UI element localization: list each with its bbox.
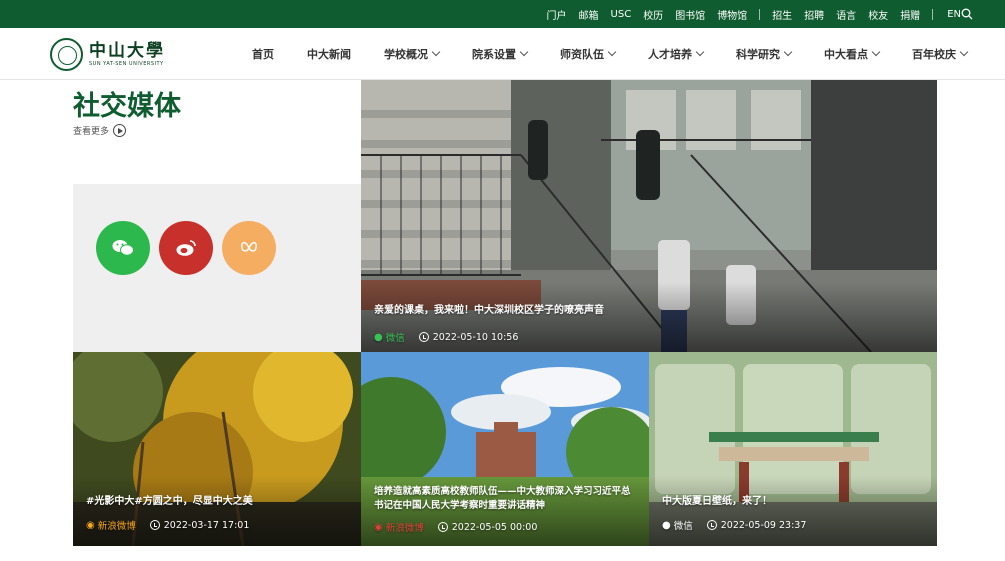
chevron-down-icon — [431, 47, 441, 57]
view-more-link[interactable]: 查看更多 — [73, 124, 127, 137]
social-accounts-panel — [73, 184, 361, 352]
post-caption: #光影中大#方圆之中，尽显中大之美 — [86, 496, 253, 507]
chevron-down-icon — [519, 47, 529, 57]
divider — [932, 8, 934, 20]
view-more-label: 查看更多 — [73, 127, 110, 137]
chevron-down-icon — [607, 47, 617, 57]
caption-gradient — [73, 476, 361, 546]
caption-gradient — [649, 476, 937, 546]
post-tile[interactable]: #光影中大#方圆之中，尽显中大之美 ◉ 新浪微博 2022-03-17 17:01 — [73, 352, 361, 546]
top-utility-bar: 门户 邮箱 USC 校历 图书馆 博物馆 招生 招聘 语言 校友 捐赠 EN — [0, 0, 1005, 28]
utility-links: 门户 邮箱 USC 校历 图书馆 博物馆 招生 招聘 语言 校友 捐赠 EN — [535, 0, 961, 28]
clock-icon — [706, 520, 717, 530]
language-switch[interactable]: EN — [947, 9, 961, 20]
post-source: ◉ 新浪微博 — [374, 520, 424, 535]
weibo-icon: ◉ — [86, 519, 95, 531]
utility-link[interactable]: 图书馆 — [675, 7, 705, 22]
post-caption: 中大版夏日壁纸，来了！ — [662, 496, 772, 507]
post-tile[interactable]: 培养造就高素质高校教师队伍——中大教师深入学习习近平总书记在中国人民大学考察时重… — [361, 352, 649, 546]
clock-icon — [437, 522, 448, 532]
wechat-icon: ● — [374, 331, 383, 343]
section-title: 社交媒体 — [73, 91, 181, 122]
nav-item-centennial[interactable]: 百年校庆 — [912, 46, 969, 62]
seal-icon — [50, 37, 83, 71]
wechat-icon: ● — [662, 519, 671, 531]
post-time: 2022-05-05 00:00 — [451, 521, 538, 533]
post-time: 2022-05-09 23:37 — [720, 519, 807, 531]
post-meta: ◉ 新浪微博 2022-03-17 17:01 — [86, 518, 250, 533]
post-time: 2022-03-17 17:01 — [163, 519, 250, 531]
post-meta: ● 微信 2022-05-09 23:37 — [662, 518, 807, 533]
nav-item-research[interactable]: 科学研究 — [736, 46, 793, 62]
weibo-button[interactable] — [159, 221, 213, 275]
source-label: 微信 — [673, 521, 693, 532]
post-source: ◉ 新浪微博 — [86, 518, 136, 533]
weibo-icon — [176, 240, 196, 256]
post-source: ● 微信 — [374, 330, 405, 345]
weibo-icon: ◉ — [374, 521, 383, 533]
utility-link[interactable]: 校历 — [643, 7, 663, 22]
post-time: 2022-05-10 10:56 — [432, 331, 519, 343]
utility-link[interactable]: 语言 — [836, 7, 856, 22]
clock-icon — [418, 332, 429, 342]
utility-link[interactable]: 捐赠 — [900, 7, 920, 22]
nav-item-highlights[interactable]: 中大看点 — [824, 46, 881, 62]
utility-link[interactable]: USC — [611, 9, 632, 20]
utility-link[interactable]: 邮箱 — [579, 7, 599, 22]
utility-link[interactable]: 招生 — [772, 7, 792, 22]
chevron-down-icon — [783, 47, 793, 57]
university-logo[interactable]: 中山大學 SUN YAT-SEN UNIVERSITY — [50, 36, 170, 72]
nav-item-news[interactable]: 中大新闻 — [307, 46, 351, 62]
post-tile[interactable]: 中大版夏日壁纸，来了！ ● 微信 2022-05-09 23:37 — [649, 352, 937, 546]
source-label: 新浪微博 — [385, 523, 424, 534]
main-navigation: 中山大學 SUN YAT-SEN UNIVERSITY 首页 中大新闻 学校概况… — [0, 28, 1005, 80]
chevron-down-icon — [871, 47, 881, 57]
nav-item-faculty[interactable]: 师资队伍 — [560, 46, 617, 62]
chevron-down-icon — [959, 47, 969, 57]
search-icon[interactable] — [961, 8, 973, 20]
nav-item-education[interactable]: 人才培养 — [648, 46, 705, 62]
divider — [759, 8, 761, 20]
clock-icon — [149, 520, 160, 530]
post-caption: 培养造就高素质高校教师队伍——中大教师深入学习习近平总书记在中国人民大学考察时重… — [374, 486, 631, 511]
nav-item-schools[interactable]: 院系设置 — [472, 46, 529, 62]
utility-link[interactable]: 门户 — [547, 7, 567, 22]
post-tile-featured[interactable]: 亲爱的课桌，我来啦！中大深圳校区学子的嘹亮声音 ● 微信 2022-05-10 1… — [361, 80, 937, 352]
wechat-icon — [112, 240, 134, 256]
play-circle-icon — [113, 124, 127, 137]
post-source: ● 微信 — [662, 518, 693, 533]
nav-menu: 首页 中大新闻 学校概况 院系设置 师资队伍 人才培养 科学研究 中大看点 百年… — [252, 28, 969, 80]
utility-link[interactable]: 校友 — [868, 7, 888, 22]
post-caption: 亲爱的课桌，我来啦！中大深圳校区学子的嘹亮声音 — [374, 305, 604, 316]
other-social-button[interactable] — [222, 221, 276, 275]
butterfly-icon — [241, 241, 257, 252]
chevron-down-icon — [695, 47, 705, 57]
logo-text-en: SUN YAT-SEN UNIVERSITY — [89, 61, 164, 67]
post-meta: ● 微信 2022-05-10 10:56 — [374, 330, 519, 345]
source-label: 微信 — [385, 333, 405, 344]
post-meta: ◉ 新浪微博 2022-05-05 00:00 — [374, 520, 538, 535]
utility-link[interactable]: 招聘 — [804, 7, 824, 22]
utility-link[interactable]: 博物馆 — [717, 7, 747, 22]
nav-item-home[interactable]: 首页 — [252, 46, 274, 62]
source-label: 新浪微博 — [97, 521, 136, 532]
wechat-button[interactable] — [96, 221, 150, 275]
nav-item-about[interactable]: 学校概况 — [384, 46, 441, 62]
logo-text-cn: 中山大學 — [89, 41, 165, 61]
